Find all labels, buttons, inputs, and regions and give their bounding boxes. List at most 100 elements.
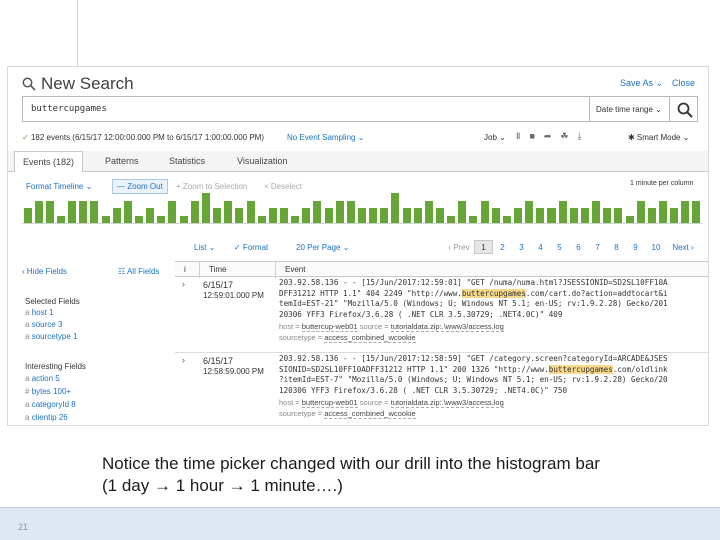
search-button[interactable] bbox=[670, 96, 698, 122]
field-item[interactable]: a categoryId 8 bbox=[25, 400, 76, 409]
histogram-bar[interactable] bbox=[380, 208, 389, 223]
histogram-bar[interactable] bbox=[614, 208, 623, 223]
pager-page[interactable]: 9 bbox=[626, 243, 645, 254]
histogram-bar[interactable] bbox=[246, 200, 255, 223]
histogram-bar[interactable] bbox=[647, 208, 656, 223]
histogram-bar[interactable] bbox=[592, 200, 601, 223]
field-item[interactable]: a host 1 bbox=[25, 308, 54, 317]
histogram-bar[interactable] bbox=[68, 200, 77, 223]
histogram-bar[interactable] bbox=[324, 208, 333, 223]
pager-page[interactable]: 10 bbox=[645, 243, 667, 254]
histogram-bar[interactable] bbox=[302, 208, 311, 223]
histogram-bar[interactable] bbox=[34, 200, 43, 223]
histogram-bar[interactable] bbox=[369, 208, 378, 223]
save-as-menu[interactable]: Save As ⌄ bbox=[620, 78, 663, 89]
histogram-bar[interactable] bbox=[525, 200, 534, 223]
field-item[interactable]: a source 3 bbox=[25, 320, 62, 329]
histogram-bar[interactable] bbox=[402, 208, 411, 223]
histogram-bar[interactable] bbox=[279, 208, 288, 223]
field-item[interactable]: # bytes 100+ bbox=[25, 387, 71, 396]
zoom-out-button[interactable]: — Zoom Out bbox=[112, 179, 168, 194]
histogram-bar[interactable] bbox=[268, 208, 277, 223]
table-row[interactable]: › 6/15/17 12:59:01.000 PM 203.92.58.136 … bbox=[175, 277, 708, 353]
histogram-bar[interactable] bbox=[179, 215, 188, 223]
histogram-bar[interactable] bbox=[413, 208, 422, 223]
histogram-bar[interactable] bbox=[135, 215, 144, 223]
histogram-bar[interactable] bbox=[502, 215, 511, 223]
histogram-bar[interactable] bbox=[692, 200, 701, 223]
tab-visualization[interactable]: Visualization bbox=[237, 156, 287, 166]
close-link[interactable]: Close bbox=[672, 78, 695, 88]
export-icon[interactable]: ⤓ bbox=[578, 131, 582, 142]
histogram-bar[interactable] bbox=[224, 200, 233, 223]
histogram-bar[interactable] bbox=[313, 200, 322, 223]
histogram-bar[interactable] bbox=[469, 215, 478, 223]
format-timeline-dropdown[interactable]: Format Timeline ⌄ bbox=[26, 182, 92, 191]
pager-page[interactable]: 6 bbox=[569, 243, 588, 254]
pager-page[interactable]: 4 bbox=[531, 243, 550, 254]
deselect-button[interactable]: × Deselect bbox=[264, 182, 302, 191]
tab-events[interactable]: Events (182) bbox=[14, 151, 84, 172]
pager-page[interactable]: 2 bbox=[493, 243, 512, 254]
event-sampling-dropdown[interactable]: No Event Sampling ⌄ bbox=[287, 133, 364, 142]
histogram-bar[interactable] bbox=[123, 200, 132, 223]
field-item[interactable]: a sourcetype 1 bbox=[25, 332, 78, 341]
histogram-bar[interactable] bbox=[168, 200, 177, 223]
histogram-bar[interactable] bbox=[213, 208, 222, 223]
col-time-header[interactable]: Time bbox=[209, 265, 226, 274]
table-row[interactable]: › 6/15/17 12:58:59.000 PM 203.92.58.136 … bbox=[175, 353, 708, 425]
histogram-bar[interactable] bbox=[146, 208, 155, 223]
histogram-bar[interactable] bbox=[424, 200, 433, 223]
search-mode-dropdown[interactable]: ✱ Smart Mode ⌄ bbox=[628, 133, 689, 142]
histogram-bar[interactable] bbox=[357, 208, 366, 223]
histogram-bar[interactable] bbox=[201, 193, 210, 223]
histogram-bar[interactable] bbox=[514, 208, 523, 223]
histogram-bar[interactable] bbox=[90, 200, 99, 223]
histogram-bar[interactable] bbox=[547, 208, 556, 223]
field-item[interactable]: a clientip 26 bbox=[25, 413, 68, 422]
print-icon[interactable]: ☘ bbox=[560, 131, 568, 142]
tab-patterns[interactable]: Patterns bbox=[105, 156, 139, 166]
histogram-bar[interactable] bbox=[346, 200, 355, 223]
time-range-picker[interactable]: Date time range ⌄ bbox=[590, 96, 670, 122]
sourcetype-value[interactable]: access_combined_wcookie bbox=[324, 333, 416, 343]
sourcetype-value[interactable]: access_combined_wcookie bbox=[324, 409, 416, 419]
pager-page[interactable]: 8 bbox=[607, 243, 626, 254]
histogram-bar[interactable] bbox=[57, 215, 66, 223]
histogram-bar[interactable] bbox=[636, 200, 645, 223]
search-input[interactable]: buttercupgames bbox=[22, 96, 590, 122]
zoom-to-selection-button[interactable]: + Zoom to Selection bbox=[176, 182, 247, 191]
histogram-bar[interactable] bbox=[335, 200, 344, 223]
expand-row-icon[interactable]: › bbox=[182, 355, 185, 365]
pager-page[interactable]: 7 bbox=[588, 243, 607, 254]
histogram-bar[interactable] bbox=[480, 200, 489, 223]
histogram-bar[interactable] bbox=[447, 215, 456, 223]
host-value[interactable]: buttercup-web01 bbox=[301, 398, 358, 408]
pause-icon[interactable]: Ⅱ bbox=[516, 131, 520, 142]
histogram-bar[interactable] bbox=[112, 208, 121, 223]
histogram-bar[interactable] bbox=[658, 200, 667, 223]
histogram-bar[interactable] bbox=[23, 208, 32, 223]
share-icon[interactable]: ➦ bbox=[544, 131, 552, 142]
format-dropdown[interactable]: ✓ Format bbox=[234, 243, 268, 252]
event-histogram[interactable] bbox=[22, 193, 702, 223]
host-value[interactable]: buttercup-web01 bbox=[301, 322, 358, 332]
per-page-dropdown[interactable]: 20 Per Page ⌄ bbox=[296, 243, 349, 252]
histogram-bar[interactable] bbox=[569, 208, 578, 223]
histogram-bar[interactable] bbox=[101, 215, 110, 223]
field-item[interactable]: a action 5 bbox=[25, 374, 60, 383]
histogram-bar[interactable] bbox=[45, 200, 54, 223]
pager-page[interactable]: 1 bbox=[474, 240, 493, 254]
histogram-bar[interactable] bbox=[491, 208, 500, 223]
hide-fields-link[interactable]: ‹ Hide Fields bbox=[22, 267, 67, 276]
histogram-bar[interactable] bbox=[681, 200, 690, 223]
histogram-bar[interactable] bbox=[670, 208, 679, 223]
pager-page[interactable]: 5 bbox=[550, 243, 569, 254]
histogram-bar[interactable] bbox=[558, 200, 567, 223]
histogram-bar[interactable] bbox=[291, 215, 300, 223]
histogram-bar[interactable] bbox=[157, 215, 166, 223]
expand-row-icon[interactable]: › bbox=[182, 279, 185, 289]
histogram-bar[interactable] bbox=[257, 215, 266, 223]
source-value[interactable]: tutorialdata.zip:.\www3/access.log bbox=[390, 398, 504, 408]
histogram-bar[interactable] bbox=[536, 208, 545, 223]
